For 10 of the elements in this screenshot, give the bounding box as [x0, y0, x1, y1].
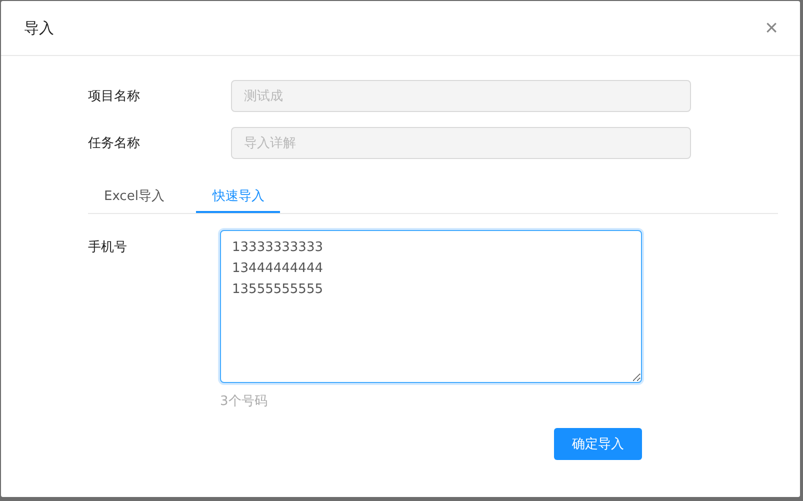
close-button[interactable]: × — [761, 17, 782, 39]
phone-textarea[interactable]: 13333333333 13444444444 13555555555 — [220, 230, 642, 383]
field-label: 手机号 — [88, 239, 128, 257]
field-label: 任务名称 — [88, 135, 141, 152]
dialog-title: 导入 — [24, 18, 54, 38]
number-count: 3个号码 — [220, 393, 268, 410]
field-label: 项目名称 — [88, 88, 141, 105]
tab[interactable]: 快速导入 — [196, 180, 280, 213]
confirm-import-button[interactable]: 确定导入 — [554, 428, 642, 460]
tab[interactable]: Excel导入 — [88, 180, 180, 213]
